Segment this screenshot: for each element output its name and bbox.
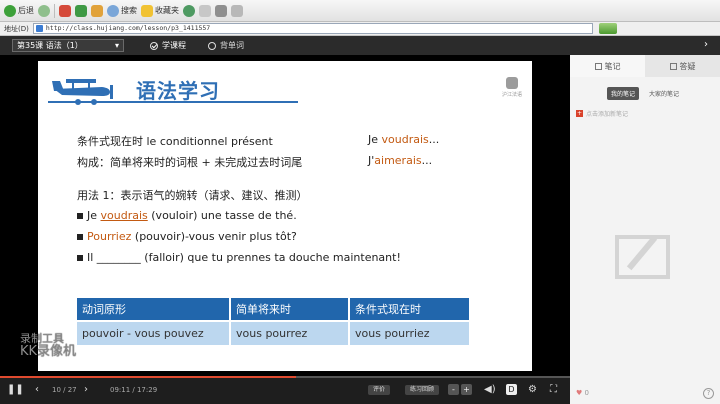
prev-page-icon[interactable]: ‹ (35, 384, 39, 395)
url-input[interactable]: http://class.hujiang.com/lesson/p3_14115… (32, 23, 593, 34)
zoom-out-button[interactable]: - (448, 384, 459, 395)
definition-example: Je voudrais... (368, 133, 440, 146)
review-button[interactable]: 评价 (368, 385, 391, 395)
table-header-row: 动词原形 简单将来时 条件式现在时 (77, 298, 469, 321)
notes-panel: 笔记 答疑 我的笔记 大家的笔记 + 点击添加新笔记 ♥ 0 ? (570, 55, 720, 404)
stop-icon[interactable] (59, 4, 71, 17)
video-stage: 语法学习 沪江法语 条件式现在时 le conditionnel présent… (0, 55, 570, 376)
go-button[interactable] (598, 23, 617, 34)
table-row: pouvoir - vous pouvez vous pourrez vous … (77, 320, 469, 345)
example-bullet-2: Pourriez (pouvoir)-vous venir plus tôt? (77, 230, 297, 243)
check-circle-icon (150, 41, 158, 50)
progress-fill (0, 376, 297, 378)
next-page-icon[interactable]: › (84, 384, 88, 395)
table-cell: vous pourrez (230, 320, 350, 345)
mail-icon[interactable] (199, 4, 211, 17)
qa-icon (669, 62, 677, 70)
course-header: 第35课 语法（1） ▾ 学课程 背单词 › (0, 36, 720, 55)
tab-notes[interactable]: 笔记 (570, 55, 645, 77)
heart-icon: ♥ (576, 389, 583, 397)
usage-heading: 用法 1：表示语气的婉转（请求、建议、推测） (77, 189, 308, 202)
table-header-cell: 动词原形 (77, 298, 231, 321)
subtab-all-notes[interactable]: 大家的笔记 (645, 87, 683, 100)
lesson-slide: 语法学习 沪江法语 条件式现在时 le conditionnel présent… (38, 61, 532, 371)
formation-line: 构成：简单将来时的词根 + 未完成过去时词尾 (77, 156, 303, 169)
print-icon[interactable] (215, 4, 227, 17)
zoom-in-button[interactable]: + (461, 384, 472, 395)
table-header-cell: 条件式现在时 (349, 298, 469, 321)
tab-qa[interactable]: 答疑 (645, 55, 720, 77)
address-label: 地址(D) (4, 24, 29, 33)
likes-count[interactable]: ♥ 0 (576, 389, 589, 397)
back-arrow-icon (4, 4, 16, 17)
lesson-selector[interactable]: 第35课 语法（1） ▾ (12, 39, 124, 52)
help-icon[interactable]: ? (703, 387, 714, 399)
player-controls: ❚❚ ‹ 10 / 27 › 09:11 / 17:29 评价 练习回顾 - +… (0, 376, 570, 404)
brand-logo: 沪江法语 (502, 77, 522, 98)
add-note-button[interactable]: + 点击添加新笔记 (576, 109, 628, 118)
exercise-review-button[interactable]: 练习回顾 (405, 385, 440, 395)
settings-gear-icon[interactable]: ⚙ (528, 384, 537, 395)
history-icon[interactable] (183, 4, 195, 17)
recorder-watermark: 录制工具 KK录像机 (20, 332, 77, 359)
volume-icon[interactable]: ◀) (484, 384, 496, 395)
browser-toolbar: 后退 搜索 收藏夹 (0, 0, 720, 22)
notes-subtabs: 我的笔记 大家的笔记 (570, 87, 720, 100)
search-icon (107, 4, 119, 17)
page-counter: 10 / 27 (52, 386, 77, 394)
edit-icon[interactable] (231, 4, 243, 17)
chevron-down-icon: ▾ (114, 41, 119, 50)
subtab-my-notes[interactable]: 我的笔记 (606, 87, 639, 100)
fullscreen-icon[interactable]: ⛶ (550, 384, 557, 395)
back-button[interactable]: 后退 (4, 4, 34, 17)
table-header-cell: 简单将来时 (230, 298, 350, 321)
logo-badge-icon (505, 77, 518, 89)
empty-notes-edit-icon (615, 235, 670, 279)
panel-footer: ♥ 0 ? (570, 382, 720, 404)
lesson-title: 第35课 语法（1） (17, 41, 83, 50)
table-cell: vous pourriez (349, 320, 469, 345)
progress-track[interactable] (0, 376, 570, 378)
time-display: 09:11 / 17:29 (110, 386, 158, 394)
d-button[interactable]: D (506, 384, 517, 395)
chevron-right-icon[interactable]: › (704, 39, 708, 50)
forward-arrow-icon[interactable] (38, 4, 50, 17)
search-button[interactable]: 搜索 (107, 4, 137, 17)
star-icon (141, 4, 153, 17)
slide-title: 语法学习 (136, 79, 220, 103)
example-bullet-1: Je voudrais (vouloir) une tasse de thé. (77, 209, 297, 222)
home-icon[interactable] (91, 4, 103, 17)
address-bar: 地址(D) http://class.hujiang.com/lesson/p3… (0, 22, 720, 36)
plus-icon: + (576, 110, 583, 117)
tab-memorize-words[interactable]: 背单词 (208, 40, 244, 51)
circle-icon (208, 41, 216, 50)
airplane-icon (52, 79, 113, 105)
tab-study-course[interactable]: 学课程 (150, 40, 186, 51)
toolbar-divider (54, 3, 55, 18)
panel-tabs: 笔记 答疑 (570, 55, 720, 77)
favorites-button[interactable]: 收藏夹 (141, 4, 179, 17)
note-icon (594, 62, 602, 70)
pause-icon[interactable]: ❚❚ (7, 384, 24, 395)
example-bullet-3: Il ________ (falloir) que tu prennes ta … (77, 251, 401, 264)
formation-example: J'aimerais... (368, 154, 433, 167)
conjugation-table: 动词原形 简单将来时 条件式现在时 pouvoir - vous pouvez … (77, 298, 469, 345)
definition-line: 条件式现在时 le conditionnel présent (77, 135, 273, 148)
refresh-icon[interactable] (75, 4, 87, 17)
table-cell: pouvoir - vous pouvez (77, 320, 231, 345)
slide-header: 语法学习 沪江法语 (38, 71, 532, 111)
